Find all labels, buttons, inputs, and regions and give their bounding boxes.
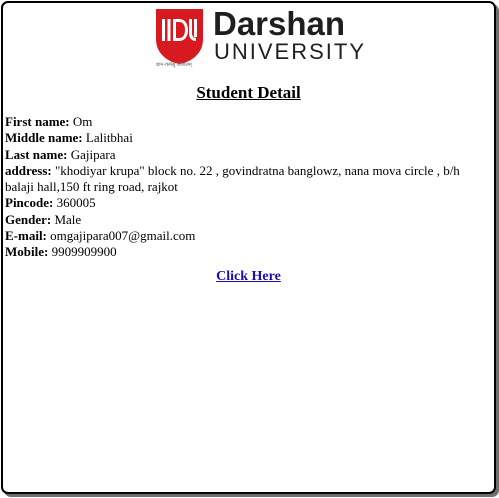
university-logo: Darshan UNIVERSITY ज्ञान-कर्मसु कौशलम्	[156, 5, 364, 71]
field-value: Lalitbhai	[85, 130, 133, 146]
field-label: Gender:	[5, 211, 52, 227]
field-label: address:	[5, 162, 52, 178]
field-pincode: Pincode: 360005	[5, 195, 491, 211]
field-label: First name:	[5, 114, 70, 129]
field-label: Mobile:	[5, 244, 49, 260]
field-label: E-mail:	[5, 228, 47, 244]
field-label: Pincode:	[5, 195, 54, 211]
logo-tagline: ज्ञान-कर्मसु कौशलम्	[156, 62, 192, 68]
field-value: 360005	[56, 195, 96, 211]
link-container: Click Here	[3, 268, 494, 286]
field-first-name: First name: Om	[5, 114, 491, 130]
student-detail-list: First name: Om Middle name: Lalitbhai La…	[5, 114, 491, 261]
field-email: E-mail: omgajipara007@gmail.com	[5, 228, 491, 244]
field-value: Male	[54, 211, 82, 227]
field-address: address: "khodiyar krupa" block no. 22 ,…	[5, 163, 491, 196]
field-middle-name: Middle name: Lalitbhai	[5, 130, 491, 146]
field-value: Om	[72, 114, 93, 129]
page-frame: Darshan UNIVERSITY ज्ञान-कर्मसु कौशलम् S…	[1, 1, 496, 494]
field-label: Last name:	[5, 146, 68, 162]
logo-subtitle: UNIVERSITY	[214, 39, 367, 64]
field-value: 9909909900	[51, 244, 117, 260]
field-value: "khodiyar krupa" block no. 22 , govindra…	[5, 162, 460, 195]
logo-name: Darshan	[213, 5, 346, 42]
darshan-university-logo-mark-icon	[156, 9, 203, 64]
field-gender: Gender: Male	[5, 212, 491, 228]
field-value: omgajipara007@gmail.com	[50, 228, 196, 244]
page-title: Student Detail	[196, 83, 301, 102]
field-value: Gajipara	[70, 146, 116, 162]
click-here-link[interactable]: Click Here	[216, 269, 281, 284]
field-last-name: Last name: Gajipara	[5, 147, 491, 163]
field-label: Middle name:	[5, 130, 83, 146]
field-mobile: Mobile: 9909909900	[5, 244, 491, 260]
